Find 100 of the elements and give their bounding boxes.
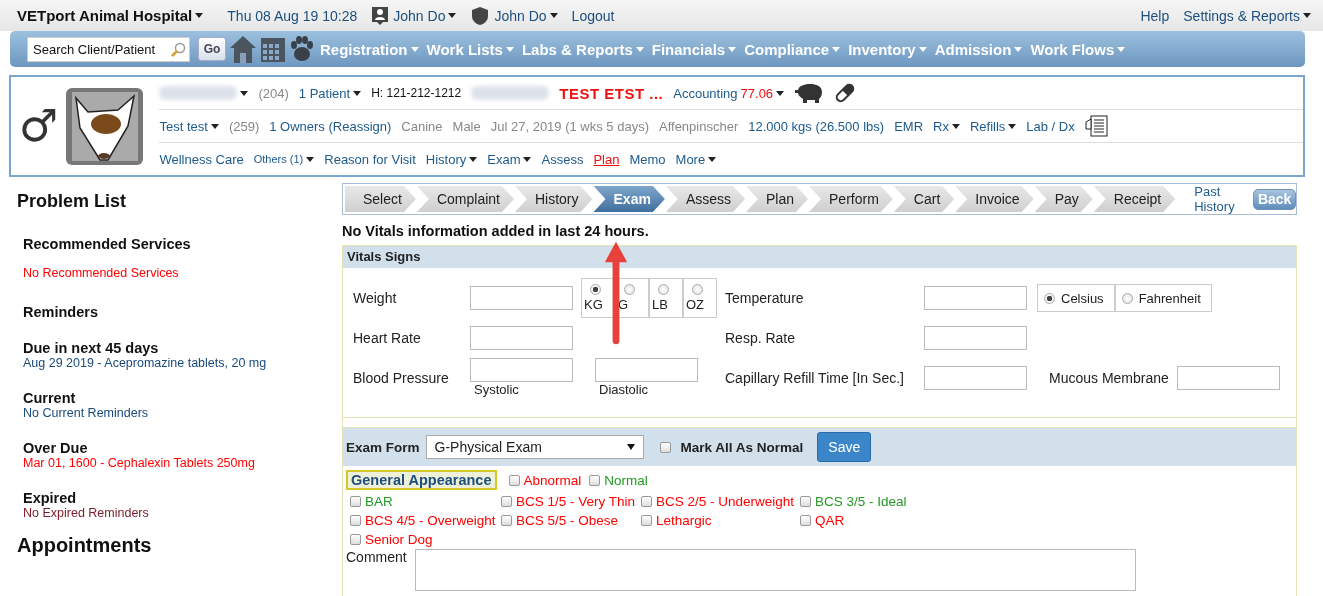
- checkbox[interactable]: [508, 474, 520, 486]
- settings-menu[interactable]: Settings & Reports: [1183, 7, 1311, 24]
- user-menu[interactable]: John Do: [393, 7, 457, 24]
- caret-icon[interactable]: [776, 90, 785, 96]
- mucous-membrane-field[interactable]: [1176, 365, 1280, 390]
- calendar-icon[interactable]: [260, 35, 286, 63]
- option-label: QAR: [815, 513, 845, 528]
- workflow-step[interactable]: Perform: [809, 186, 893, 212]
- patient-info: (204): [258, 85, 289, 101]
- workflow-step[interactable]: History: [514, 186, 593, 212]
- alert-text: TEST ETST ...: [559, 84, 664, 102]
- field-label: Weight: [353, 290, 398, 306]
- checkbox[interactable]: [800, 496, 811, 507]
- patient-link[interactable]: Test test: [159, 118, 208, 134]
- patient-link[interactable]: Rx: [933, 118, 949, 134]
- go-button[interactable]: Go: [198, 37, 226, 61]
- patient-link[interactable]: EMR: [894, 118, 923, 134]
- checkbox[interactable]: [350, 534, 361, 545]
- temperature-field[interactable]: [924, 286, 1027, 310]
- patient-link[interactable]: Plan: [593, 151, 620, 167]
- field-label: Exam Form: [346, 439, 420, 455]
- comment-field[interactable]: [414, 549, 1136, 591]
- checkbox[interactable]: [641, 515, 652, 526]
- workflow-step[interactable]: Cart: [893, 186, 955, 212]
- patient-info: Male: [452, 118, 481, 134]
- weight-field[interactable]: [470, 286, 573, 310]
- workflow-step[interactable]: Assess: [665, 186, 745, 212]
- unit-radio[interactable]: [1044, 292, 1055, 304]
- caret-icon: [635, 46, 644, 52]
- help-link[interactable]: Help: [1140, 7, 1170, 24]
- workflow-step[interactable]: Plan: [746, 186, 809, 212]
- workflow-step[interactable]: Receipt: [1093, 186, 1176, 212]
- patient-link[interactable]: 12.000 kgs (26.500 lbs): [748, 118, 885, 134]
- patient-link[interactable]: Memo: [629, 151, 666, 167]
- caret-icon[interactable]: [210, 123, 219, 129]
- systolic-field[interactable]: [470, 358, 573, 382]
- option-label: BCS 4/5 - Overweight: [365, 513, 496, 528]
- caret-icon: [505, 46, 514, 52]
- reminder-text: No Recommended Services: [23, 266, 180, 280]
- patient-link[interactable]: Exam: [487, 151, 521, 167]
- unit-radio[interactable]: [624, 284, 635, 295]
- logout-link[interactable]: Logout: [571, 7, 615, 24]
- user-menu[interactable]: John Do: [494, 7, 558, 24]
- search-field[interactable]: Search Client/Patient: [27, 36, 190, 62]
- home-icon[interactable]: [229, 34, 257, 64]
- exam-form-select[interactable]: G-Physical Exam: [425, 435, 644, 459]
- caret-icon[interactable]: [951, 123, 960, 129]
- patient-link[interactable]: 1 Patient: [298, 85, 351, 101]
- section-heading: Over Due: [23, 440, 89, 456]
- caret-icon[interactable]: [306, 156, 315, 162]
- save-button[interactable]: Save: [817, 432, 872, 462]
- heart-rate-field[interactable]: [470, 326, 573, 350]
- patient-link[interactable]: Assess: [541, 151, 584, 167]
- unit-radio[interactable]: [1121, 292, 1133, 304]
- checkbox[interactable]: [641, 496, 652, 507]
- checkbox[interactable]: [350, 496, 361, 507]
- piggy-bank-icon[interactable]: [794, 82, 825, 104]
- diastolic-field[interactable]: [595, 358, 698, 382]
- workflow-step[interactable]: Exam: [593, 186, 665, 212]
- workflow-step[interactable]: Select: [345, 186, 416, 212]
- option-label: BCS 3/5 - Ideal: [815, 494, 907, 509]
- section-heading: Due in next 45 days: [23, 340, 160, 356]
- caret-icon[interactable]: [1008, 123, 1017, 129]
- patient-link[interactable]: Lab / Dx: [1026, 118, 1075, 134]
- caret-icon[interactable]: [523, 156, 532, 162]
- caret-icon[interactable]: [708, 156, 717, 162]
- patient-info: H: 121-212-1212: [371, 86, 462, 100]
- capillary-refill-field[interactable]: [924, 365, 1027, 390]
- unit-radio[interactable]: [658, 284, 669, 295]
- checkbox[interactable]: [350, 515, 361, 526]
- workflow-step[interactable]: Pay: [1034, 186, 1093, 212]
- patient-link[interactable]: History: [425, 151, 467, 167]
- option-label: Lethargic: [656, 513, 712, 528]
- unit-radio[interactable]: [692, 284, 703, 295]
- patient-link[interactable]: Refills: [969, 118, 1006, 134]
- workflow-step[interactable]: Complaint: [416, 186, 514, 212]
- checkbox[interactable]: [501, 496, 512, 507]
- resp-rate-field[interactable]: [924, 326, 1027, 350]
- checkbox[interactable]: [659, 441, 671, 453]
- patient-link[interactable]: 1 Owners (Reassign): [269, 118, 392, 134]
- unit-label: KG: [584, 297, 604, 312]
- unit-radio[interactable]: [590, 284, 601, 295]
- past-history-link[interactable]: Past History: [1194, 184, 1246, 214]
- caret-icon[interactable]: [240, 90, 249, 96]
- checkbox[interactable]: [589, 474, 601, 486]
- document-icon[interactable]: [1084, 114, 1109, 138]
- checkbox[interactable]: [800, 515, 811, 526]
- option-label: BCS 1/5 - Very Thin: [516, 494, 636, 509]
- patient-link[interactable]: Others (1): [253, 153, 304, 165]
- patient-link[interactable]: Wellness Care: [159, 151, 244, 167]
- patient-link[interactable]: More: [675, 151, 706, 167]
- patient-link[interactable]: Accounting: [673, 85, 738, 101]
- checkbox[interactable]: [501, 515, 512, 526]
- workflow-step[interactable]: Invoice: [955, 186, 1034, 212]
- patient-link[interactable]: Reason for Visit: [324, 151, 416, 167]
- paw-icon[interactable]: [289, 36, 315, 62]
- caret-icon[interactable]: [469, 156, 478, 162]
- reminder-text: Aug 29 2019 - Acepromazine tablets, 20 mg: [23, 356, 268, 370]
- hospital-name[interactable]: VETport Animal Hospital: [17, 7, 204, 24]
- caret-icon[interactable]: [353, 90, 362, 96]
